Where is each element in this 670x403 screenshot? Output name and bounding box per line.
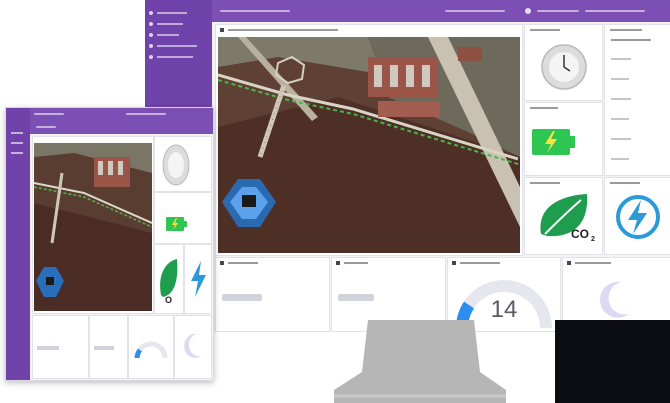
page-title-placeholder — [36, 126, 56, 128]
map-card — [215, 24, 523, 256]
satellite-map[interactable] — [34, 143, 152, 311]
dark-panel — [555, 320, 670, 403]
svg-text:CO: CO — [571, 227, 589, 241]
battery-card — [524, 102, 603, 176]
dashboard-window-small: O — [5, 107, 214, 381]
list-item[interactable] — [611, 58, 631, 60]
moon-icon — [593, 278, 633, 322]
map-card — [32, 136, 154, 314]
clock-card — [154, 136, 212, 192]
card-icon — [567, 261, 571, 265]
list-item[interactable] — [611, 78, 629, 80]
list-subtitle-placeholder — [611, 39, 651, 41]
battery-icon — [165, 215, 189, 233]
card-title-placeholder — [344, 262, 368, 264]
gauge-card — [128, 315, 174, 379]
clock-icon — [541, 41, 587, 93]
clock-card — [524, 24, 603, 101]
card-title-placeholder — [530, 182, 560, 184]
leaf-icon: CO 2 — [531, 188, 597, 248]
co2-card: CO 2 — [524, 177, 603, 255]
temperature-card — [215, 257, 330, 332]
card-icon — [452, 261, 456, 265]
card-title-placeholder — [530, 29, 560, 31]
card-icon — [336, 261, 340, 265]
battery-icon — [531, 125, 577, 159]
svg-text:O: O — [165, 295, 172, 305]
moon-icon — [183, 332, 203, 360]
sidebar-item[interactable] — [11, 152, 23, 154]
sidebar — [6, 108, 30, 380]
card-title-placeholder — [460, 262, 500, 264]
card-title-placeholder — [575, 262, 611, 264]
sidebar-item[interactable] — [11, 132, 23, 134]
list-item[interactable] — [611, 98, 631, 100]
temperature-value-placeholder — [37, 346, 59, 350]
sidebar — [145, 0, 212, 120]
card-title-placeholder — [610, 29, 642, 31]
list-item[interactable] — [611, 118, 629, 120]
night-card — [174, 315, 212, 379]
topbar-text-placeholder — [445, 10, 505, 12]
monitor-stand — [330, 320, 535, 403]
top-bar — [145, 0, 670, 22]
energy-card — [184, 244, 212, 314]
battery-card — [154, 192, 212, 244]
metric-value-placeholder — [338, 294, 374, 301]
card-icon — [220, 261, 224, 265]
topbar-links-placeholder[interactable] — [585, 10, 645, 12]
map-icon — [220, 28, 224, 32]
sidebar-item[interactable] — [149, 33, 205, 37]
card-title-placeholder — [228, 262, 258, 264]
list-item[interactable] — [611, 138, 631, 140]
temperature-value-placeholder — [222, 294, 262, 301]
svg-text:2: 2 — [591, 236, 595, 243]
dashboard-window-large: CO 2 14 — [145, 0, 670, 332]
list-item[interactable] — [611, 158, 629, 160]
leaf-icon: O — [157, 255, 181, 305]
co2-card: O — [154, 244, 184, 314]
list-card — [604, 24, 670, 176]
lightning-icon — [615, 194, 661, 240]
sidebar-item[interactable] — [11, 142, 23, 144]
top-bar — [6, 108, 213, 134]
app-title-placeholder — [34, 113, 64, 115]
metric-value-placeholder — [94, 346, 114, 350]
topbar-text-placeholder — [126, 113, 166, 115]
lightning-icon — [187, 259, 209, 299]
clock-icon — [161, 143, 191, 187]
card-title-placeholder — [530, 107, 558, 109]
sidebar-item[interactable] — [149, 11, 205, 15]
sidebar-item[interactable] — [149, 55, 205, 59]
energy-card — [604, 177, 670, 255]
metric-card — [89, 315, 128, 379]
sidebar-item[interactable] — [149, 22, 205, 26]
card-title-placeholder — [610, 182, 640, 184]
card-title-placeholder — [228, 29, 338, 31]
satellite-map[interactable] — [218, 37, 520, 253]
user-name-placeholder — [537, 10, 579, 12]
sidebar-item[interactable] — [149, 44, 205, 48]
app-title-placeholder — [220, 10, 290, 12]
temperature-card — [32, 315, 89, 379]
user-icon[interactable] — [525, 8, 531, 14]
gauge — [133, 330, 169, 360]
